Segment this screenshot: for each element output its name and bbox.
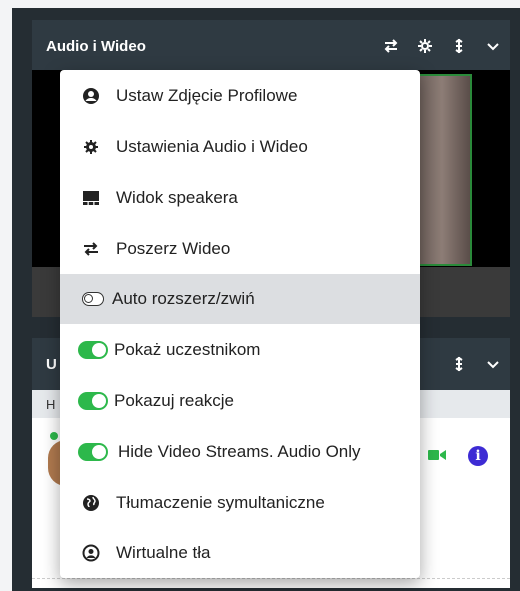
menu-item-label: Tłumaczenie symultaniczne — [116, 493, 325, 512]
menu-item-label: Wirtualne tła — [116, 543, 211, 562]
collapse-vertical-icon[interactable] — [442, 29, 476, 63]
toggle-on-icon[interactable] — [78, 392, 108, 410]
menu-item-set-profile-photo[interactable]: Ustaw Zdjęcie Profilowe — [60, 70, 420, 122]
gear-icon — [82, 138, 100, 156]
menu-item-show-reactions[interactable]: Pokazuj reakcje — [60, 376, 420, 426]
toggle-off-icon[interactable] — [82, 292, 104, 306]
user-circle-icon — [82, 87, 100, 105]
menu-item-auto-expand[interactable]: Auto rozszerz/zwiń — [60, 274, 420, 324]
chevron-down-icon[interactable] — [476, 347, 510, 381]
menu-item-show-participants[interactable]: Pokaż uczestnikom — [60, 324, 420, 376]
menu-item-speaker-view[interactable]: Widok speakera — [60, 172, 420, 224]
menu-item-label: Pokaż uczestnikom — [114, 340, 261, 359]
menu-item-label: Ustaw Zdjęcie Profilowe — [116, 86, 298, 105]
menu-item-label: Ustawienia Audio i Wideo — [116, 137, 308, 156]
menu-item-label: Widok speakera — [116, 188, 238, 207]
online-status-dot — [50, 432, 58, 440]
panel-title: Audio i Wideo — [46, 37, 146, 55]
menu-item-expand-video[interactable]: Poszerz Wideo — [60, 224, 420, 274]
menu-item-audio-video-settings[interactable]: Ustawienia Audio i Wideo — [60, 122, 420, 172]
video-tile[interactable] — [412, 74, 472, 266]
subheader-label: H — [46, 396, 56, 412]
chevron-down-icon[interactable] — [476, 29, 510, 63]
toggle-on-icon[interactable] — [78, 443, 108, 461]
settings-dropdown-menu: Ustaw Zdjęcie Profilowe Ustawienia Audio… — [60, 70, 420, 578]
toggle-on-icon[interactable] — [78, 341, 108, 359]
swap-arrows-icon — [82, 240, 100, 258]
globe-icon — [82, 494, 100, 512]
menu-item-label: Auto rozszerz/zwiń — [112, 289, 255, 308]
collapse-vertical-icon[interactable] — [442, 347, 476, 381]
page-top-strip — [0, 0, 520, 8]
menu-item-virtual-backgrounds[interactable]: Wirtualne tła — [60, 528, 420, 578]
gear-icon[interactable] — [408, 29, 442, 63]
menu-item-hide-video-streams[interactable]: Hide Video Streams. Audio Only — [60, 426, 420, 478]
menu-item-simultaneous-translation[interactable]: Tłumaczenie symultaniczne — [60, 478, 420, 528]
panel2-title: U — [46, 355, 57, 373]
menu-item-label: Poszerz Wideo — [116, 239, 231, 258]
divider — [32, 578, 510, 579]
user-circle-outline-icon — [82, 544, 100, 562]
page-left-strip — [0, 0, 12, 591]
menu-item-label: Pokazuj reakcje — [114, 391, 235, 410]
audio-video-panel-header: Audio i Wideo — [32, 20, 510, 70]
info-icon[interactable]: i — [468, 446, 488, 466]
menu-item-label: Hide Video Streams. Audio Only — [118, 442, 361, 461]
speaker-view-icon — [82, 189, 100, 207]
swap-arrows-icon[interactable] — [374, 29, 408, 63]
camera-icon[interactable] — [428, 448, 446, 462]
